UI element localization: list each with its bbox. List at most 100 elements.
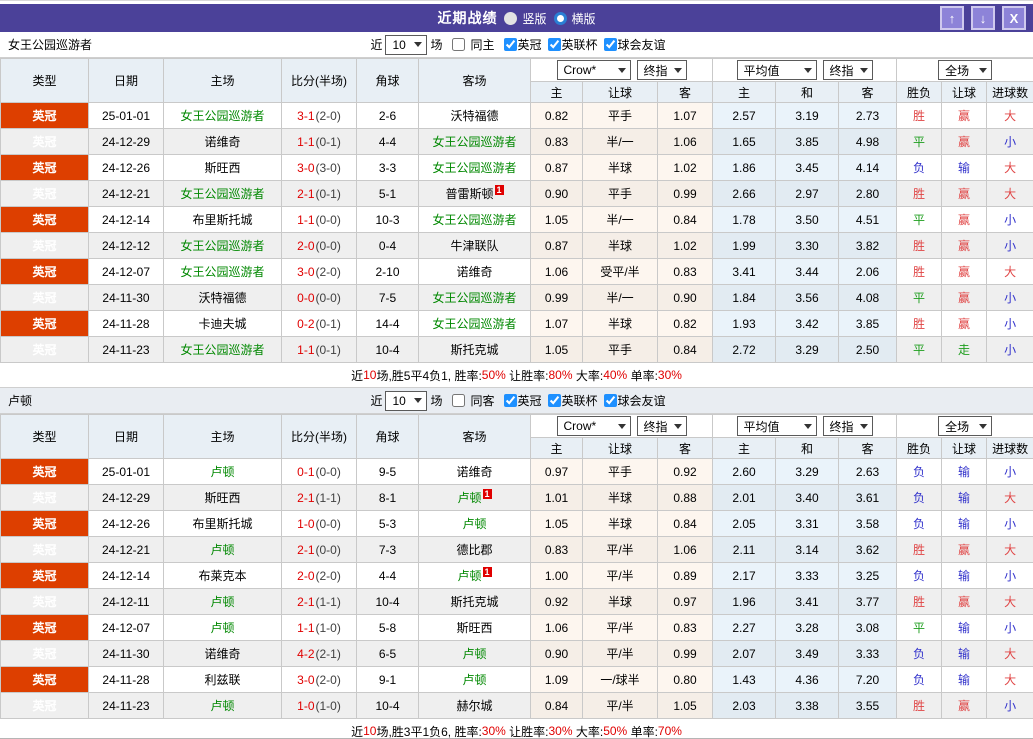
summary-text: 近 [351,368,364,383]
efl-cup-checkbox[interactable] [547,38,561,51]
same-venue-label[interactable]: 同客 [470,392,494,409]
league-checkbox-label[interactable]: 英冠 [518,36,542,53]
fulltime-select[interactable]: 全场 [938,416,993,436]
final-index-value: 终指 [643,419,668,434]
avg-away-odds: 2.73 [838,102,898,129]
league-badge: 英冠 [0,588,89,615]
layout-radio-horizontal[interactable]: 横版 [553,10,596,27]
away-team: 女王公园巡游者 [418,206,531,233]
match-row: 英冠 24-12-26 布里斯托城 1-0(0-0) 5-3 卢顿 1.05 半球 0.84 2.… [0,510,1033,537]
match-date: 24-12-29 [88,484,164,511]
avg-select[interactable]: 平均值 [736,60,817,80]
result-wdl: 负 [896,154,943,181]
col-goals-result: 进球数 [986,437,1033,459]
crow-away-odds: 0.99 [656,180,714,207]
score-cell: 1-0(0-0) [281,510,357,537]
same-venue-checkbox[interactable] [452,394,466,407]
home-team-name: 诺维奇 [204,135,241,149]
final-index-select[interactable]: 终指 [636,60,687,80]
away-team-name: 卢顿 [462,673,487,687]
red-card-badge: 1 [482,489,492,499]
efl-cup-checkbox-label[interactable]: 英联杯 [562,392,598,409]
fulltime-select-value: 全场 [945,63,970,78]
result-handicap: 赢 [941,310,988,337]
away-team: 女王公园巡游者 [418,128,531,155]
match-row: 英冠 25-01-01 卢顿 0-1(0-0) 9-5 诺维奇 0.97 平手 0.92 2.60… [0,458,1033,485]
col-score: 比分(半场) [281,414,357,459]
home-team-name: 女王公园巡游者 [180,109,265,123]
recent-games-select[interactable]: 10 [385,390,428,411]
summary-win-rate: 30% [481,724,506,738]
away-team: 女王公园巡游者 [418,284,531,311]
crow-handicap: 受平/半 [582,258,658,285]
result-goals: 大 [986,536,1033,563]
match-date: 24-11-23 [88,692,164,719]
radio-horizontal-icon[interactable] [553,11,567,25]
move-up-button[interactable]: ↑ [940,6,964,30]
result-goals: 大 [986,666,1033,693]
crow-home-odds: 1.05 [530,336,583,363]
score-cell: 3-0(2-0) [281,666,357,693]
league-checkbox-label[interactable]: 英冠 [518,392,542,409]
friendly-checkbox[interactable] [603,38,617,51]
same-venue-label[interactable]: 同主 [470,36,494,53]
avg-final-index-select[interactable]: 终指 [822,416,873,436]
halftime-score: (3-0) [315,160,341,175]
recent-games-select[interactable]: 10 [385,34,428,55]
friendly-checkbox-label[interactable]: 球会友谊 [618,392,666,409]
games-suffix-label: 场 [430,394,443,408]
avg-away-odds: 2.63 [838,458,898,485]
summary-text: 单率: [627,368,658,383]
chevron-down-icon [617,423,626,429]
friendly-checkbox-label[interactable]: 球会友谊 [618,36,666,53]
chevron-down-icon [979,423,988,429]
result-handicap: 赢 [941,258,988,285]
halftime-score: (0-0) [315,516,341,531]
friendly-checkbox[interactable] [603,394,617,407]
radio-horizontal-label[interactable]: 横版 [572,10,596,27]
same-venue-checkbox[interactable] [452,38,466,51]
halftime-score: (0-1) [315,186,341,201]
crow-group-header: Crow* 终指 [529,414,714,438]
efl-cup-checkbox[interactable] [547,394,561,407]
radio-vertical-label[interactable]: 竖版 [522,10,546,27]
score-cell: 2-1(1-1) [281,588,357,615]
crow-handicap: 平/半 [582,640,658,667]
away-team-name: 卢顿 [462,647,487,661]
halftime-score: (0-1) [315,342,341,357]
crow-handicap: 半/一 [582,284,658,311]
league-checkbox[interactable] [503,394,517,407]
avg-select[interactable]: 平均值 [736,416,817,436]
away-team: 沃特福德 [418,102,531,129]
crow-company-select[interactable]: Crow* [556,60,631,80]
avg-select-value: 平均值 [743,419,780,434]
final-index-select[interactable]: 终指 [636,416,687,436]
league-checkbox[interactable] [503,38,517,51]
match-date: 24-11-30 [88,284,164,311]
efl-cup-checkbox-label[interactable]: 英联杯 [562,36,598,53]
halftime-score: (1-0) [315,698,341,713]
crow-handicap: 平/半 [582,614,658,641]
home-team-name: 沃特福德 [198,291,247,305]
crow-home-odds: 1.05 [530,206,583,233]
result-handicap: 输 [941,562,988,589]
close-button[interactable]: X [1002,6,1026,30]
crow-home-odds: 1.06 [530,614,583,641]
layout-radio-vertical[interactable]: 竖版 [504,10,547,27]
home-team: 沃特福德 [163,284,282,311]
away-team: 卢顿 [418,640,531,667]
away-team-name: 德比郡 [456,543,493,557]
result-wdl: 负 [896,666,943,693]
crow-home-odds: 1.07 [530,310,583,337]
crow-select-value: Crow* [563,419,597,433]
fulltime-select[interactable]: 全场 [938,60,993,80]
move-down-button[interactable]: ↓ [971,6,995,30]
avg-final-index-select[interactable]: 终指 [822,60,873,80]
crow-handicap: 平手 [582,102,658,129]
section-team-name: 卢顿 [8,394,33,408]
crow-company-select[interactable]: Crow* [556,416,631,436]
radio-vertical-icon[interactable] [504,11,518,25]
crow-away-odds: 1.05 [656,692,714,719]
away-team: 女王公园巡游者 [418,310,531,337]
avg-draw-odds: 3.85 [775,128,840,155]
